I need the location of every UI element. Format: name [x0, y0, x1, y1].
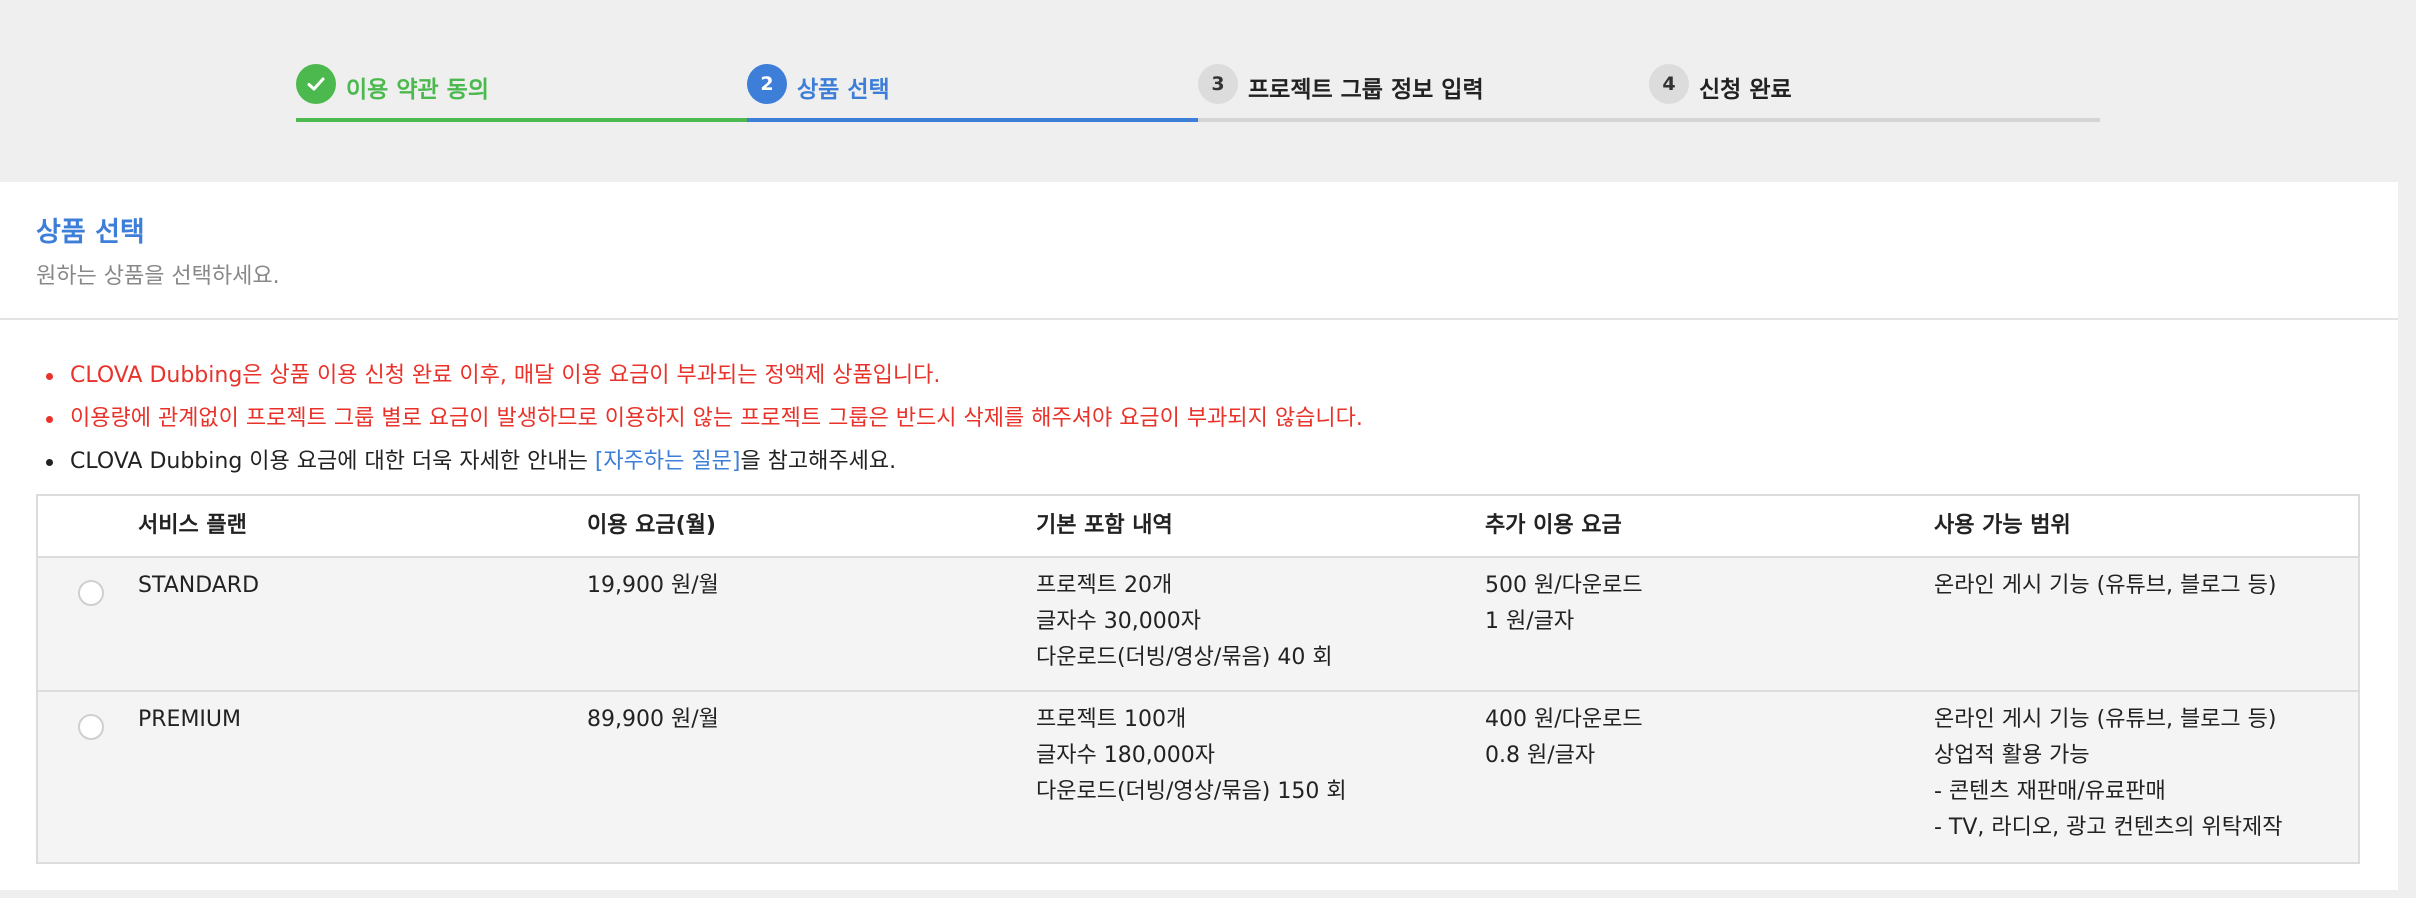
included-downloads: 다운로드(더빙/영상/묶음) 40 회: [1036, 645, 1333, 670]
included-projects: 프로젝트 20개: [1036, 573, 1173, 598]
plan-price: 89,900 원/월: [587, 707, 719, 732]
step-done-check-icon: [296, 64, 336, 104]
included-characters: 글자수 30,000자: [1036, 609, 1201, 634]
extra-download-fee: 500 원/다운로드: [1485, 573, 1643, 598]
header-monthly-fee: 이용 요금(월): [587, 513, 716, 538]
step-progress-bar: [747, 118, 1198, 122]
faq-link[interactable]: [자주하는 질문]: [595, 449, 741, 474]
plan-extra-fee: 500 원/다운로드 1 원/글자: [1485, 568, 1643, 640]
notice-item-billing: CLOVA Dubbing은 상품 이용 신청 완료 이후, 매달 이용 요금이…: [36, 354, 1363, 397]
scope-item: 상업적 활용 가능: [1934, 743, 2090, 768]
step-label: 프로젝트 그룹 정보 입력: [1248, 77, 1484, 103]
header-extra-fee: 추가 이용 요금: [1485, 513, 1622, 538]
scope-item: 온라인 게시 기능 (유튜브, 블로그 등): [1934, 707, 2277, 732]
step-label: 상품 선택: [797, 77, 890, 103]
extra-download-fee: 400 원/다운로드: [1485, 707, 1643, 732]
section-subtitle: 원하는 상품을 선택하세요.: [36, 264, 280, 289]
included-downloads: 다운로드(더빙/영상/묶음) 150 회: [1036, 779, 1347, 804]
step-terms-agreement: 이용 약관 동의: [296, 60, 747, 122]
extra-character-fee: 0.8 원/글자: [1485, 743, 1596, 768]
plan-included: 프로젝트 20개 글자수 30,000자 다운로드(더빙/영상/묶음) 40 회: [1036, 568, 1333, 676]
plan-scope: 온라인 게시 기능 (유튜브, 블로그 등) 상업적 활용 가능 - 콘텐츠 재…: [1934, 702, 2283, 846]
plan-name: STANDARD: [138, 573, 260, 598]
plan-name: PREMIUM: [138, 707, 242, 732]
step-label: 이용 약관 동의: [346, 77, 489, 103]
notice-faq-suffix: 을 참고해주세요.: [740, 449, 897, 474]
plan-radio-standard[interactable]: [78, 580, 104, 606]
table-row[interactable]: PREMIUM 89,900 원/월 프로젝트 100개 글자수 180,000…: [38, 692, 2358, 862]
step-complete: 4 신청 완료: [1649, 60, 2100, 122]
table-row[interactable]: STANDARD 19,900 원/월 프로젝트 20개 글자수 30,000자…: [38, 558, 2358, 692]
section-title: 상품 선택: [36, 217, 145, 248]
plan-radio-premium[interactable]: [78, 714, 104, 740]
plan-extra-fee: 400 원/다운로드 0.8 원/글자: [1485, 702, 1643, 774]
table-header-row: 서비스 플랜 이용 요금(월) 기본 포함 내역 추가 이용 요금 사용 가능 …: [38, 496, 2358, 558]
step-product-selection: 2 상품 선택: [747, 60, 1198, 122]
scope-item: - 콘텐츠 재판매/유료판매: [1934, 779, 2166, 804]
product-selection-panel: 상품 선택 원하는 상품을 선택하세요. CLOVA Dubbing은 상품 이…: [0, 182, 2398, 890]
plan-scope: 온라인 게시 기능 (유튜브, 블로그 등): [1934, 568, 2277, 604]
plan-included: 프로젝트 100개 글자수 180,000자 다운로드(더빙/영상/묶음) 15…: [1036, 702, 1347, 810]
header-included: 기본 포함 내역: [1036, 513, 1173, 538]
extra-character-fee: 1 원/글자: [1485, 609, 1575, 634]
scope-item: 온라인 게시 기능 (유튜브, 블로그 등): [1934, 573, 2277, 598]
included-characters: 글자수 180,000자: [1036, 743, 1215, 768]
header-usage-scope: 사용 가능 범위: [1934, 513, 2071, 538]
notice-item-faq: CLOVA Dubbing 이용 요금에 대한 더욱 자세한 안내는 [자주하는…: [36, 440, 1363, 483]
step-project-group-info: 3 프로젝트 그룹 정보 입력: [1198, 60, 1649, 122]
pricing-notice-list: CLOVA Dubbing은 상품 이용 신청 완료 이후, 매달 이용 요금이…: [36, 354, 1363, 483]
step-number: 3: [1198, 64, 1238, 104]
notice-item-delete-warning: 이용량에 관계없이 프로젝트 그룹 별로 요금이 발생하므로 이용하지 않는 프…: [36, 397, 1363, 440]
notice-faq-prefix: CLOVA Dubbing 이용 요금에 대한 더욱 자세한 안내는: [70, 449, 595, 474]
step-number: 4: [1649, 64, 1689, 104]
header-service-plan: 서비스 플랜: [138, 513, 247, 538]
panel-header: 상품 선택 원하는 상품을 선택하세요.: [0, 182, 2398, 320]
included-projects: 프로젝트 100개: [1036, 707, 1187, 732]
step-progress-bar: [1649, 118, 2100, 122]
step-number: 2: [747, 64, 787, 104]
signup-stepper: 이용 약관 동의 2 상품 선택 3 프로젝트 그룹 정보 입력 4 신청 완료: [296, 60, 2100, 122]
step-label: 신청 완료: [1699, 77, 1792, 103]
plan-price: 19,900 원/월: [587, 573, 719, 598]
plan-table: 서비스 플랜 이용 요금(월) 기본 포함 내역 추가 이용 요금 사용 가능 …: [36, 494, 2360, 864]
step-progress-bar: [1198, 118, 1649, 122]
step-progress-bar: [296, 118, 747, 122]
scope-item: - TV, 라디오, 광고 컨텐츠의 위탁제작: [1934, 815, 2283, 840]
